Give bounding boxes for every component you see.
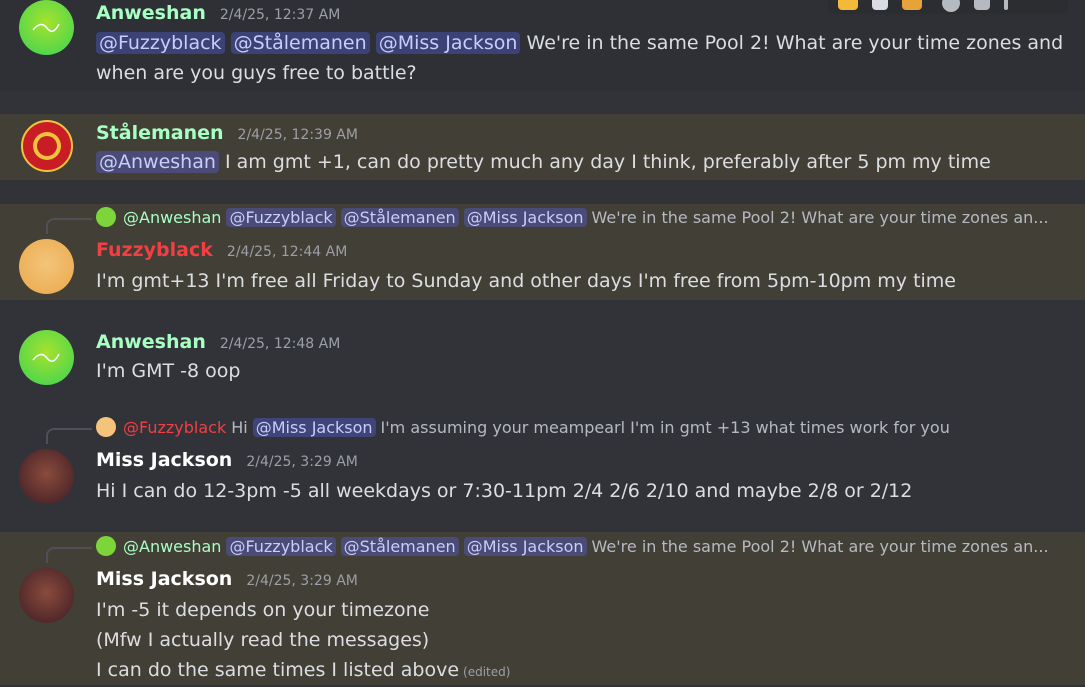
club-crest-logo	[33, 132, 61, 160]
message-actions-toolbar[interactable]	[828, 0, 1068, 14]
mention[interactable]: @Stålemanen	[340, 536, 459, 556]
reply-author[interactable]: @Fuzzyblack	[123, 418, 226, 437]
mention[interactable]: @Miss Jackson	[252, 417, 376, 437]
reply-author[interactable]: @Anweshan	[123, 208, 221, 227]
reply-preview[interactable]: @Anweshan @Fuzzyblack @Stålemanen @Miss …	[96, 207, 1049, 227]
mini-avatar	[96, 207, 116, 227]
message-content: I'm -5 it depends on your timezone (Mfw …	[96, 595, 510, 687]
message-content: @Fuzzyblack @Stålemanen @Miss Jackson We…	[96, 28, 1063, 88]
reply-connector	[46, 547, 92, 563]
mention[interactable]: @Anweshan	[96, 151, 219, 173]
reply-text: I'm assuming your meampearl I'm in gmt +…	[380, 417, 950, 437]
timestamp: 2/4/25, 12:48 AM	[219, 336, 341, 352]
reply-text: We're in the same Pool 2! What are your …	[591, 536, 1049, 556]
avatar-anweshan[interactable]	[19, 0, 74, 55]
author-name[interactable]: Miss Jackson	[96, 568, 232, 590]
edited-label: (edited)	[463, 665, 511, 679]
mini-avatar	[96, 417, 116, 437]
message-text: I can do the same times I listed above	[96, 659, 460, 681]
message-text: I am gmt +1, can do pretty much any day …	[224, 151, 991, 173]
message-text: We're in the same Pool 2! What are your …	[526, 32, 1064, 54]
author-name[interactable]: Anweshan	[96, 331, 206, 353]
reply-connector	[46, 218, 92, 234]
message-content: Hi I can do 12-3pm -5 all weekdays or 7:…	[96, 476, 912, 506]
mention[interactable]: @Stålemanen	[230, 32, 370, 54]
mention[interactable]: @Fuzzyblack	[226, 207, 336, 227]
author-name[interactable]: Stålemanen	[96, 122, 224, 144]
avatar-anweshan[interactable]	[19, 330, 74, 385]
author-name[interactable]: Fuzzyblack	[96, 239, 213, 261]
message-content: I'm GMT -8 oop	[96, 356, 240, 386]
reply-text: Hi	[231, 417, 248, 437]
mention[interactable]: @Fuzzyblack	[226, 536, 336, 556]
mention[interactable]: @Miss Jackson	[463, 207, 587, 227]
timestamp: 2/4/25, 3:29 AM	[246, 454, 358, 470]
message-content: @Anweshan I am gmt +1, can do pretty muc…	[96, 147, 991, 177]
avatar-stalemanen[interactable]	[21, 120, 73, 172]
reply-preview[interactable]: @Fuzzyblack Hi @Miss Jackson I'm assumin…	[96, 417, 950, 437]
timestamp: 2/4/25, 3:29 AM	[246, 573, 358, 589]
thumbs-up-emoji-icon[interactable]	[838, 0, 858, 10]
author-name[interactable]: Anweshan	[96, 2, 206, 24]
castle-emoji-icon[interactable]	[872, 0, 888, 10]
reply-connector	[46, 428, 92, 444]
signature-logo	[32, 353, 60, 362]
mention[interactable]: @Miss Jackson	[375, 32, 521, 54]
message-text: Hi I can do 12-3pm -5 all weekdays or 7:…	[96, 480, 913, 502]
mention[interactable]: @Fuzzyblack	[96, 32, 225, 54]
message-text: I'm -5 it depends on your timezone	[96, 599, 430, 621]
reply-icon[interactable]	[974, 0, 990, 10]
avatar-miss-jackson[interactable]	[19, 568, 74, 623]
mention[interactable]: @Stålemanen	[340, 207, 459, 227]
author-name[interactable]: Miss Jackson	[96, 449, 232, 471]
reaction-add-icon[interactable]	[942, 0, 960, 12]
message-content: I'm gmt+13 I'm free all Friday to Sunday…	[96, 266, 956, 296]
message-text: (Mfw I actually read the messages)	[96, 629, 430, 651]
reply-preview[interactable]: @Anweshan @Fuzzyblack @Stålemanen @Miss …	[96, 536, 1049, 556]
more-icon[interactable]	[1004, 0, 1008, 10]
signature-logo	[32, 23, 60, 32]
sticker-emoji-icon[interactable]	[902, 0, 922, 10]
reply-author[interactable]: @Anweshan	[123, 537, 221, 556]
timestamp: 2/4/25, 12:44 AM	[226, 244, 348, 260]
timestamp: 2/4/25, 12:37 AM	[219, 7, 341, 23]
message-text: I'm GMT -8 oop	[96, 360, 241, 382]
reply-text: We're in the same Pool 2! What are your …	[591, 207, 1049, 227]
avatar-miss-jackson[interactable]	[19, 449, 74, 504]
timestamp: 2/4/25, 12:39 AM	[237, 127, 358, 143]
avatar-fuzzyblack[interactable]	[19, 239, 74, 294]
mini-avatar	[96, 536, 116, 556]
message-text: I'm gmt+13 I'm free all Friday to Sunday…	[96, 270, 956, 292]
mention[interactable]: @Miss Jackson	[463, 536, 587, 556]
message-text: when are you guys free to battle?	[96, 62, 417, 84]
